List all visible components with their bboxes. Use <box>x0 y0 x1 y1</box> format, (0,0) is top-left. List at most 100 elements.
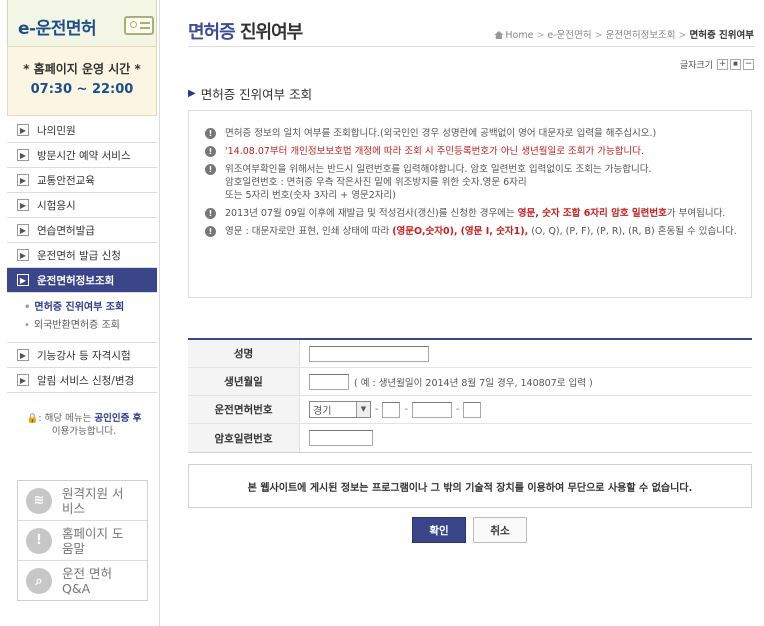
login-note-prefix: : 해당 메뉴는 <box>38 413 95 424</box>
chevron-right-icon: ▶ <box>17 199 29 211</box>
birth-label: 생년월일 <box>188 368 300 395</box>
copyright-warning: 본 웹사이트에 게시된 정보는 프로그램이나 그 밖의 기술적 장치를 이용하여… <box>188 464 752 508</box>
form-row-name: 성명 <box>188 340 752 368</box>
breadcrumb-item[interactable]: e-운전면허 <box>547 30 591 41</box>
search-form: 성명 생년월일 ( 예 : 생년월일이 2014년 8월 7일 경우, 1408… <box>188 338 752 453</box>
sidebar-item-instructor-exam[interactable]: ▶ 기능강사 등 자격시험 <box>7 343 157 368</box>
chevron-right-icon: ▶ <box>17 149 29 161</box>
sidebar-item-visit-reservation[interactable]: ▶ 방문시간 예약 서비스 <box>7 143 157 168</box>
sidebar-item-label: 연습면허발급 <box>37 224 95 237</box>
quick-link-label: 홈페이지 도움말 <box>62 525 124 556</box>
notice-text: (O, Q), (P, F), (P, R), (R, B) 혼동될 수 있습니… <box>528 226 737 237</box>
notice-item: ! 면허증 정보의 일치 여부를 조회합니다.(외국인인 경우 성명란에 공백없… <box>205 127 739 140</box>
sidebar: e-운전면허 * 홈페이지 운영 시간 * 07:30 ~ 22:00 ▶ 나의민… <box>0 0 160 626</box>
sidebar-item-practice-license[interactable]: ▶ 연습면허발급 <box>7 218 157 243</box>
chevron-right-icon: ▶ <box>17 124 29 136</box>
license-part3-input[interactable] <box>463 401 482 418</box>
license-card-icon <box>124 16 154 35</box>
home-icon <box>494 31 504 39</box>
birth-hint: ( 예 : 생년월일이 2014년 8월 7일 경우, 140807로 입력 ) <box>354 377 593 389</box>
notice-text: 2013년 07월 09일 이후에 재발급 및 적성검사(갱신)를 신청한 경우… <box>225 208 518 219</box>
login-note-suffix: 이용가능합니다. <box>51 426 117 437</box>
license-label: 운전면허번호 <box>188 396 300 423</box>
quick-link-label: 원격지원 서비스 <box>62 485 124 516</box>
breadcrumb-item[interactable]: 운전면허정보조회 <box>606 30 676 41</box>
sidebar-menu-bottom: ▶ 기능강사 등 자격시험 ▶ 알림 서비스 신청/변경 <box>7 342 157 393</box>
sidebar-item-label: 교통안전교육 <box>37 174 95 187</box>
submenu-item-label: 면허증 진위여부 조회 <box>34 302 125 313</box>
chevron-right-icon: ▶ <box>188 88 196 99</box>
section-title: ▶ 면허증 진위여부 조회 <box>188 84 312 103</box>
sidebar-item-label: 시험응시 <box>37 199 76 212</box>
sidebar-item-label: 나의민원 <box>37 124 76 137</box>
license-part2-input[interactable] <box>411 401 452 418</box>
sidebar-item-safety-education[interactable]: ▶ 교통안전교육 <box>7 168 157 193</box>
notice-item: ! 위조여부확인을 위해서는 반드시 일련번호를 입력해야합니다. 암호 일련번… <box>205 163 739 202</box>
chevron-right-icon: ▶ <box>17 349 29 361</box>
submenu-item-label: 외국반환면허증 조회 <box>33 320 120 331</box>
hours-title: * 홈페이지 운영 시간 * <box>23 62 141 76</box>
notice-item: ! 2013년 07월 09일 이후에 재발급 및 적성검사(갱신)를 신청한 … <box>205 207 739 220</box>
page-title: 면허증 진위여부 <box>188 18 303 44</box>
sidebar-item-label: 알림 서비스 신청/변경 <box>37 374 135 387</box>
search-icon: ⌕ <box>26 568 52 594</box>
submenu-item-verify[interactable]: • 면허증 진위여부 조회 <box>24 299 157 317</box>
cancel-button[interactable]: 취소 <box>473 517 527 543</box>
login-note-highlight: 공인인증 후 <box>94 413 142 424</box>
sidebar-item-license-info[interactable]: ▶ 운전면허정보조회 <box>7 268 157 293</box>
logo[interactable]: e-운전면허 <box>7 0 157 46</box>
notice-text: 위조여부확인을 위해서는 반드시 일련번호를 입력해야합니다. 암호 일련번호 … <box>225 164 652 175</box>
wifi-icon: ≋ <box>26 487 52 514</box>
sidebar-item-license-issue[interactable]: ▶ 운전면허 발급 신청 <box>7 243 157 268</box>
chevron-down-icon: ▼ <box>356 402 370 417</box>
section-title-text: 면허증 진위여부 조회 <box>200 87 313 102</box>
serial-input[interactable] <box>309 430 373 446</box>
logo-text: e-운전면허 <box>18 19 97 39</box>
chevron-right-icon: ▶ <box>17 174 29 186</box>
alert-icon: ! <box>26 527 52 554</box>
info-icon: ! <box>205 226 216 237</box>
form-row-license: 운전면허번호 경기 ▼ - - - <box>188 396 752 424</box>
form-row-birth: 생년월일 ( 예 : 생년월일이 2014년 8월 7일 경우, 140807로… <box>188 368 752 396</box>
region-select-value: 경기 <box>313 406 332 417</box>
page-title-part1: 면허증 <box>188 22 236 43</box>
notice-text: 가 부여됩니다. <box>666 208 726 219</box>
sidebar-item-label: 운전면허 발급 신청 <box>37 249 121 262</box>
font-decrease-button[interactable]: − <box>743 59 754 70</box>
info-icon: ! <box>205 208 216 219</box>
quick-link-help[interactable]: ! 홈페이지 도움말 <box>18 521 147 561</box>
font-increase-button[interactable]: + <box>717 59 728 70</box>
notice-text: 면허증 정보의 일치 여부를 조회합니다.(외국인인 경우 성명란에 공백없이 … <box>225 128 657 139</box>
submenu: • 면허증 진위여부 조회 • 외국반환면허증 조회 <box>7 293 157 341</box>
chevron-right-icon: ▶ <box>17 249 29 261</box>
breadcrumb-home[interactable]: Home <box>505 30 533 41</box>
sidebar-item-notification[interactable]: ▶ 알림 서비스 신청/변경 <box>7 368 157 393</box>
operating-hours: * 홈페이지 운영 시간 * 07:30 ~ 22:00 <box>7 46 157 116</box>
license-part1-input[interactable] <box>382 401 401 418</box>
warning-text: 본 웹사이트에 게시된 정보는 프로그램이나 그 밖의 기술적 장치를 이용하여… <box>247 482 693 494</box>
name-label: 성명 <box>188 340 300 367</box>
confirm-button[interactable]: 확인 <box>412 517 466 543</box>
font-size-label: 글자크기 <box>679 61 713 71</box>
quick-link-qna[interactable]: ⌕ 운전 면허 Q&A <box>18 561 147 601</box>
sidebar-item-my-requests[interactable]: ▶ 나의민원 <box>7 118 157 143</box>
notice-strong: 영문, 숫자 조합 6자리 암호 일련번호 <box>517 208 667 219</box>
chevron-right-icon: ▶ <box>17 274 29 286</box>
quick-link-remote-support[interactable]: ≋ 원격지원 서비스 <box>18 481 147 521</box>
info-icon: ! <box>205 146 216 157</box>
breadcrumb-current: 면허증 진위여부 <box>689 30 755 41</box>
name-input[interactable] <box>309 345 429 362</box>
submenu-item-foreign-license[interactable]: • 외국반환면허증 조회 <box>24 317 157 335</box>
sidebar-item-label: 방문시간 예약 서비스 <box>37 149 131 162</box>
page-title-part2: 진위여부 <box>234 22 303 43</box>
birth-input[interactable] <box>309 373 349 390</box>
login-note: 🔒: 해당 메뉴는 공인인증 후 이용가능합니다. <box>14 412 154 438</box>
notice-strong: (영문 I, 숫자1), <box>460 226 529 237</box>
region-select[interactable]: 경기 ▼ <box>309 401 371 418</box>
info-icon: ! <box>205 128 216 139</box>
font-reset-button[interactable]: ■ <box>730 59 741 70</box>
chevron-right-icon: ▶ <box>17 374 29 386</box>
sidebar-item-exam[interactable]: ▶ 시험응시 <box>7 193 157 218</box>
chevron-right-icon: ▶ <box>17 224 29 236</box>
hours-time: 07:30 ~ 22:00 <box>30 82 134 97</box>
